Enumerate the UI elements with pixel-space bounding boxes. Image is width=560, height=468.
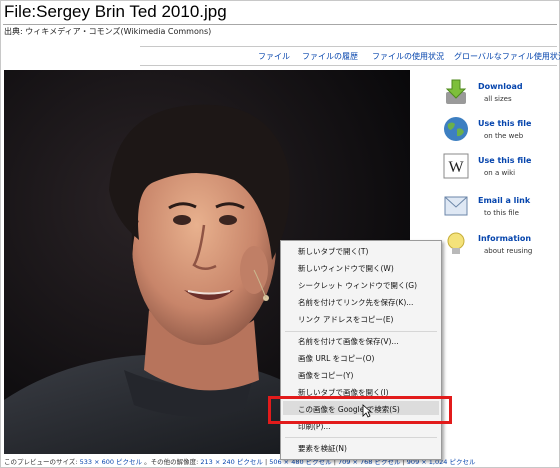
sidebar-item-information[interactable]: Information about reusing [440,228,552,262]
sidebar-item-use-wiki[interactable]: W Use this file on a wiki [440,150,552,184]
wikipedia-icon: W [443,153,469,179]
menu-separator [285,437,437,438]
email-link-subtitle: to this file [484,209,519,217]
menu-item-open-new-tab[interactable]: 新しいタブで開く(T) [298,246,368,257]
tab-global-file-usage[interactable]: グローバルなファイル使用状況 [454,51,560,62]
menu-item-copy-image-url[interactable]: 画像 URL をコピー(O) [298,353,374,364]
download-title: Download [478,82,523,91]
caption-text: このプレビューのサイズ: [4,458,78,466]
menu-item-save-link-as[interactable]: 名前を付けてリンク先を保存(K)... [298,297,413,308]
caption-other-text: 。その他の解像度: [144,458,199,466]
sidebar-item-use-web[interactable]: Use this file on the web [440,113,552,147]
title-divider [3,24,557,25]
globe-icon [444,117,468,141]
menu-item-save-image-as[interactable]: 名前を付けて画像を保存(V)... [298,336,399,347]
menu-item-open-incognito[interactable]: シークレット ウィンドウで開く(G) [298,280,417,291]
use-wiki-title: Use this file [478,156,532,165]
download-subtitle: all sizes [484,95,512,103]
email-link-title: Email a link [478,196,531,205]
use-web-title: Use this file [478,119,532,128]
source-line: 出典: ウィキメディア・コモンズ(Wikimedia Commons) [4,27,212,36]
page-title: File:Sergey Brin Ted 2010.jpg [4,2,227,21]
information-title: Information [478,234,532,243]
mouse-cursor-icon [362,404,372,418]
tab-file-usage[interactable]: ファイルの使用状況 [372,51,444,62]
sidebar-item-download[interactable]: Download all sizes [440,76,552,110]
highlight-annotation-box [268,396,452,424]
resolution-link-1[interactable]: 213 × 240 ピクセル [200,458,262,466]
menu-item-copy-image[interactable]: 画像をコピー(Y) [298,370,353,381]
menu-item-copy-link-address[interactable]: リンク アドレスをコピー(E) [298,314,393,325]
context-menu: 新しいタブで開く(T) 新しいウィンドウで開く(W) シークレット ウィンドウで… [280,240,442,460]
use-web-subtitle: on the web [484,132,524,140]
email-icon [444,196,468,216]
sidebar-item-email-link[interactable]: Email a link to this file [440,190,552,224]
svg-text:W: W [448,159,464,176]
download-icon [445,79,467,104]
menu-separator [285,331,437,332]
lightbulb-icon [447,232,465,254]
preview-size-link[interactable]: 533 × 600 ピクセル [80,458,142,466]
menu-item-inspect-element[interactable]: 要素を検証(N) [298,443,347,454]
use-wiki-subtitle: on a wiki [484,169,516,177]
menu-item-open-new-window[interactable]: 新しいウィンドウで開く(W) [298,263,394,274]
file-tabs: ファイル ファイルの履歴 ファイルの使用状況 グローバルなファイル使用状況 [140,46,560,66]
information-subtitle: about reusing [484,247,533,255]
tab-file[interactable]: ファイル [258,51,290,62]
tab-file-history[interactable]: ファイルの履歴 [302,51,358,62]
